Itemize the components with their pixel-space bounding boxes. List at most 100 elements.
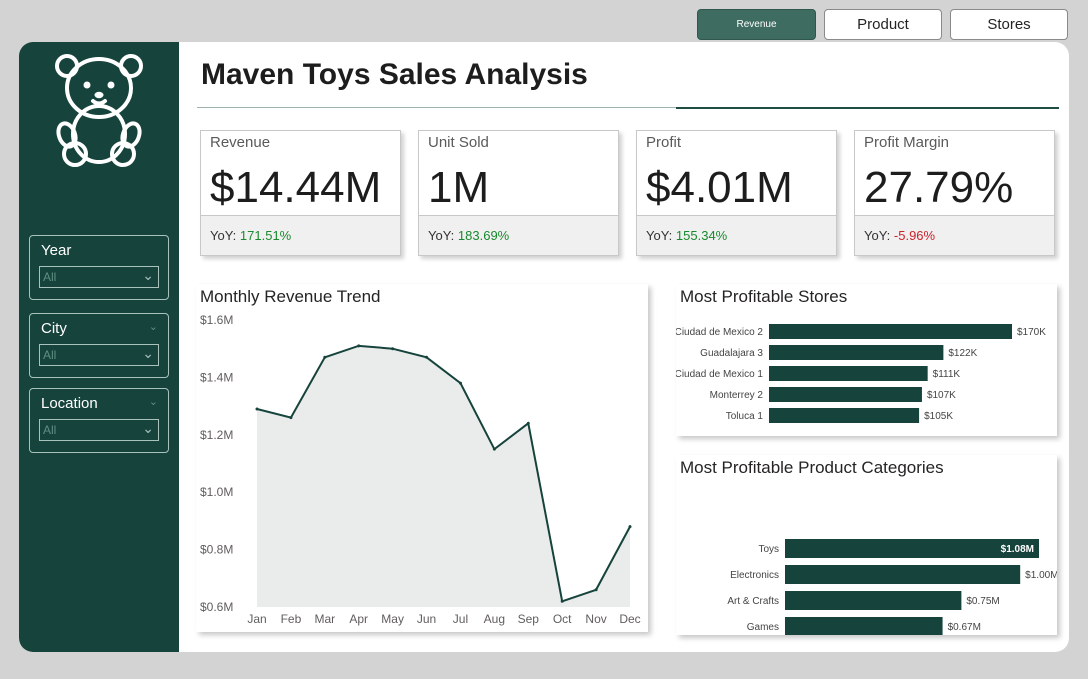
x-tick-label: Oct xyxy=(553,612,572,626)
location-slicer-label: Location xyxy=(41,395,98,412)
bar-category-label: Toluca 1 xyxy=(726,411,764,422)
bar-category-label: Toys xyxy=(758,544,779,555)
revenue-point xyxy=(492,447,496,451)
bar-category-label: Monterrey 2 xyxy=(710,390,764,401)
stores-bar-chart: Ciudad de Mexico 2 $170K Guadalajara 3 $122… xyxy=(676,324,1046,423)
revenue-point xyxy=(594,588,598,592)
x-tick-label: Mar xyxy=(314,612,335,626)
y-tick-label: $1.2M xyxy=(200,428,233,442)
revenue-page-button[interactable]: Revenue xyxy=(697,9,816,40)
bar xyxy=(785,591,962,610)
x-tick-label: Nov xyxy=(585,612,606,626)
chevron-down-icon: ⌄ xyxy=(142,420,154,436)
yoy-label: YoY: xyxy=(646,228,673,243)
bar-data-label: $1.08M xyxy=(1001,544,1034,555)
city-dropdown[interactable]: All ⌄ xyxy=(39,344,159,366)
bar-category-label: Guadalajara 3 xyxy=(700,348,763,359)
categories-panel[interactable]: Most Profitable Product Categories Toys $… xyxy=(676,455,1057,635)
chevron-down-icon[interactable]: ⌄ xyxy=(149,320,158,333)
kpi-value: $4.01M xyxy=(646,163,793,212)
page-navigation: Revenue Product Stores xyxy=(697,9,1068,40)
bar-data-label: $111K xyxy=(933,369,961,380)
kpi-footer: YoY: 183.69% xyxy=(419,215,618,255)
kpi-value: 27.79% xyxy=(864,163,1014,212)
bar-data-label: $107K xyxy=(927,390,956,401)
x-tick-label: Dec xyxy=(619,612,640,626)
kpi-yoy: YoY: 183.69% xyxy=(428,228,509,243)
bar-category-label: Electronics xyxy=(730,570,779,581)
city-slicer-label: City xyxy=(41,320,67,337)
report-canvas: Year All ⌄ City ⌄ All ⌄ Location ⌄ All ⌄… xyxy=(19,42,1069,652)
year-dropdown-value: All xyxy=(43,270,57,284)
bar xyxy=(785,617,943,635)
bar xyxy=(785,565,1021,584)
categories-bar-chart: Toys $1.08M Electronics $1.00M Art & Crafts $… xyxy=(727,539,1057,635)
bar-category-label: Art & Crafts xyxy=(727,596,779,607)
bar xyxy=(769,345,944,360)
y-tick-label: $0.6M xyxy=(200,600,233,614)
kpi-footer: YoY: 171.51% xyxy=(201,215,400,255)
stores-page-button[interactable]: Stores xyxy=(950,9,1068,40)
year-dropdown[interactable]: All ⌄ xyxy=(39,266,159,288)
location-slicer: Location ⌄ All ⌄ xyxy=(29,388,169,453)
bar-data-label: $122K xyxy=(948,348,977,359)
bar-data-label: $105K xyxy=(924,411,953,422)
kpi-card-revenue: Revenue $14.44M YoY: 171.51% xyxy=(200,130,401,256)
kpi-label: Profit xyxy=(646,134,682,151)
revenue-area xyxy=(257,345,630,607)
revenue-point xyxy=(628,525,632,529)
kpi-value: 1M xyxy=(428,163,490,212)
bar xyxy=(769,366,928,381)
bar xyxy=(769,324,1012,339)
yoy-value: 171.51% xyxy=(239,228,292,243)
title-divider-accent xyxy=(676,107,1059,109)
page-title: Maven Toys Sales Analysis xyxy=(201,58,588,91)
year-slicer-label: Year xyxy=(41,242,72,259)
yoy-label: YoY: xyxy=(210,228,237,243)
product-page-button[interactable]: Product xyxy=(824,9,942,40)
x-tick-label: Jan xyxy=(247,612,266,626)
kpi-label: Unit Sold xyxy=(428,134,489,151)
bar-category-label: Games xyxy=(747,622,779,633)
kpi-yoy: YoY: 171.51% xyxy=(210,228,291,243)
yoy-value: 155.34% xyxy=(675,228,728,243)
x-tick-label: Feb xyxy=(281,612,302,626)
x-tick-label: Jul xyxy=(453,612,468,626)
stores-panel[interactable]: Most Profitable Stores Ciudad de Mexico … xyxy=(676,284,1057,436)
kpi-card-units: Unit Sold 1M YoY: 183.69% xyxy=(418,130,619,256)
chevron-down-icon[interactable]: ⌄ xyxy=(149,395,158,408)
kpi-yoy: YoY: 155.34% xyxy=(646,228,727,243)
x-tick-label: Apr xyxy=(349,612,368,626)
x-tick-label: Sep xyxy=(518,612,540,626)
kpi-footer: YoY: 155.34% xyxy=(637,215,836,255)
location-dropdown[interactable]: All ⌄ xyxy=(39,419,159,441)
y-tick-label: $1.6M xyxy=(200,313,233,327)
kpi-yoy: YoY: -5.96% xyxy=(864,228,935,243)
y-tick-label: $0.8M xyxy=(200,543,233,557)
revenue-point xyxy=(458,381,462,385)
bar-category-label: Ciudad de Mexico 2 xyxy=(676,327,763,338)
teddy-bear-icon xyxy=(55,54,143,167)
revenue-point xyxy=(425,355,429,359)
y-tick-label: $1.0M xyxy=(200,485,233,499)
revenue-point xyxy=(255,407,259,411)
x-tick-label: May xyxy=(381,612,404,626)
bar-data-label: $0.67M xyxy=(948,622,981,633)
revenue-point xyxy=(289,416,293,420)
revenue-point xyxy=(391,347,395,351)
location-dropdown-value: All xyxy=(43,423,57,437)
kpi-card-profit: Profit $4.01M YoY: 155.34% xyxy=(636,130,837,256)
yoy-label: YoY: xyxy=(428,228,455,243)
kpi-footer: YoY: -5.96% xyxy=(855,215,1054,255)
bar xyxy=(769,408,920,423)
chevron-down-icon: ⌄ xyxy=(142,267,154,283)
bar xyxy=(769,387,922,402)
monthly-revenue-chart: $1.6M $1.4M $1.2M $1.0M $0.8M $0.6M Jan Feb Mar A… xyxy=(200,313,641,626)
sidebar: Year All ⌄ City ⌄ All ⌄ Location ⌄ All ⌄ xyxy=(19,42,179,652)
kpi-label: Revenue xyxy=(210,134,271,151)
monthly-revenue-panel[interactable]: Monthly Revenue Trend $1.6M $1.4M $1.2M $1.… xyxy=(196,284,648,632)
x-tick-label: Aug xyxy=(484,612,505,626)
kpi-label: Profit Margin xyxy=(864,134,950,151)
revenue-point xyxy=(526,421,530,425)
chevron-down-icon: ⌄ xyxy=(142,345,154,361)
